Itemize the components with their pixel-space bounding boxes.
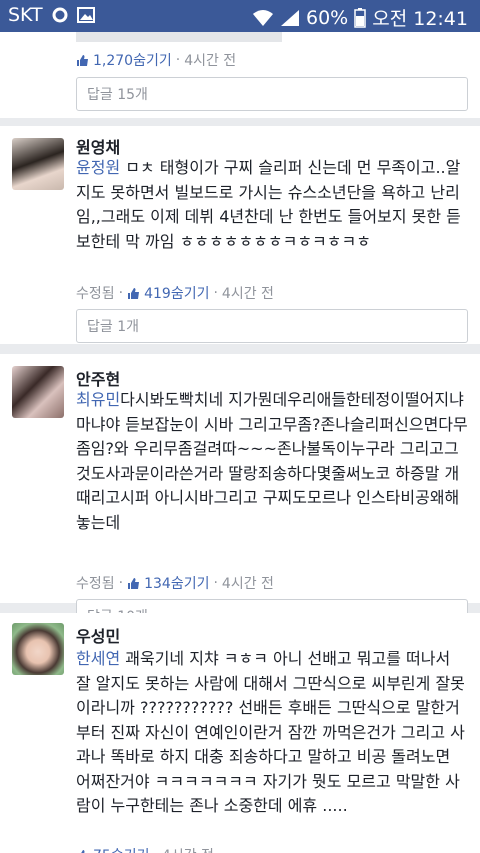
like-icon [80, 849, 85, 853]
battery-icon [354, 7, 366, 28]
separator: · [175, 52, 181, 68]
comment-meta: 75숨기기· 4시간 전 [76, 845, 214, 853]
like-count[interactable]: 75숨기기 [93, 845, 149, 853]
clock: 오전 12:41 [372, 8, 468, 30]
comment-card: 우성민 한세연 괘욱기네 지챠 ㅋㅎㅋ 아니 선배고 뭐고를 떠나서 잘 알지도… [0, 613, 480, 853]
avatar[interactable] [12, 366, 64, 418]
comment-body: 윤정원 ㅁㅊ 태형이가 구찌 슬리퍼 신는데 먼 무족이고..알지도 못하면서 … [76, 156, 468, 254]
comment-card: 1,270숨기기 · 4시간 전 답글 15개 [0, 32, 480, 118]
edited-label: 수정됨 [76, 286, 115, 302]
like-count[interactable]: 1,270숨기기 [93, 50, 172, 70]
reply-count-button[interactable]: 답글 15개 [76, 77, 468, 111]
avatar[interactable] [12, 623, 64, 675]
comment-card: 안주현 최유민다시봐도빡치네 지가뭔데우리애들한테정이떨어지냐마냐야 듣보잡눈이… [0, 354, 480, 603]
comment-meta: 수정됨 · 134숨기기 · 4시간 전 [76, 573, 274, 593]
wifi-icon [253, 9, 273, 26]
comment-time: 4시간 전 [221, 286, 274, 302]
comment-meta: 수정됨 · 419숨기기 · 4시간 전 [76, 283, 274, 303]
comment-card: 원영채 윤정원 ㅁㅊ 태형이가 구찌 슬리퍼 신는데 먼 무족이고..알지도 못… [0, 126, 480, 344]
avatar[interactable] [12, 138, 64, 190]
comment-meta: 1,270숨기기 · 4시간 전 [76, 50, 236, 70]
commenter-name[interactable]: 안주현 [76, 366, 120, 390]
like-icon [77, 54, 88, 66]
commenter-name[interactable]: 우성민 [76, 623, 120, 647]
like-count[interactable]: 419숨기기 [144, 283, 209, 303]
comment-body: 최유민다시봐도빡치네 지가뭔데우리애들한테정이떨어지냐마냐야 듣보잡눈이 시바 … [76, 388, 468, 535]
like-icon [128, 577, 140, 589]
comment-time: 4시간 전 [184, 53, 237, 69]
comment-time: 4시간 전 [221, 576, 274, 592]
like-icon [128, 287, 140, 299]
battery-percent: 60% [306, 6, 349, 29]
reply-label: 답글 15개 [87, 87, 148, 103]
like-count[interactable]: 134숨기기 [144, 573, 209, 593]
sync-icon [52, 7, 68, 23]
tagged-user[interactable]: 윤정원 [76, 158, 120, 177]
comment-text: 다시봐도빡치네 지가뭔데우리애들한테정이떨어지냐마냐야 듣보잡눈이 시바 그리고… [76, 390, 468, 532]
comment-text: 괘욱기네 지챠 ㅋㅎㅋ 아니 선배고 뭐고를 떠나서 잘 알지도 못하는 사람에… [76, 649, 465, 815]
signal-icon [281, 9, 299, 26]
tagged-user[interactable]: 한세연 [76, 649, 120, 668]
tagged-user[interactable]: 최유민 [76, 390, 120, 409]
status-bar: SKT 60% 오전 12:41 [0, 0, 480, 32]
comment-text: ㅁㅊ 태형이가 구찌 슬리퍼 신는데 먼 무족이고..알지도 못하면서 빌보드로… [76, 158, 461, 251]
comment-time: 4시간 전 [162, 845, 214, 853]
carrier-label: SKT [8, 4, 43, 26]
image-icon [76, 7, 95, 23]
edited-label: 수정됨 [76, 576, 115, 592]
reply-label: 답글 1개 [87, 319, 139, 335]
reply-count-button[interactable]: 답글 1개 [76, 309, 468, 343]
truncated-text [76, 32, 282, 42]
commenter-name[interactable]: 원영채 [76, 134, 120, 158]
comment-body: 한세연 괘욱기네 지챠 ㅋㅎㅋ 아니 선배고 뭐고를 떠나서 잘 알지도 못하는… [76, 647, 468, 819]
